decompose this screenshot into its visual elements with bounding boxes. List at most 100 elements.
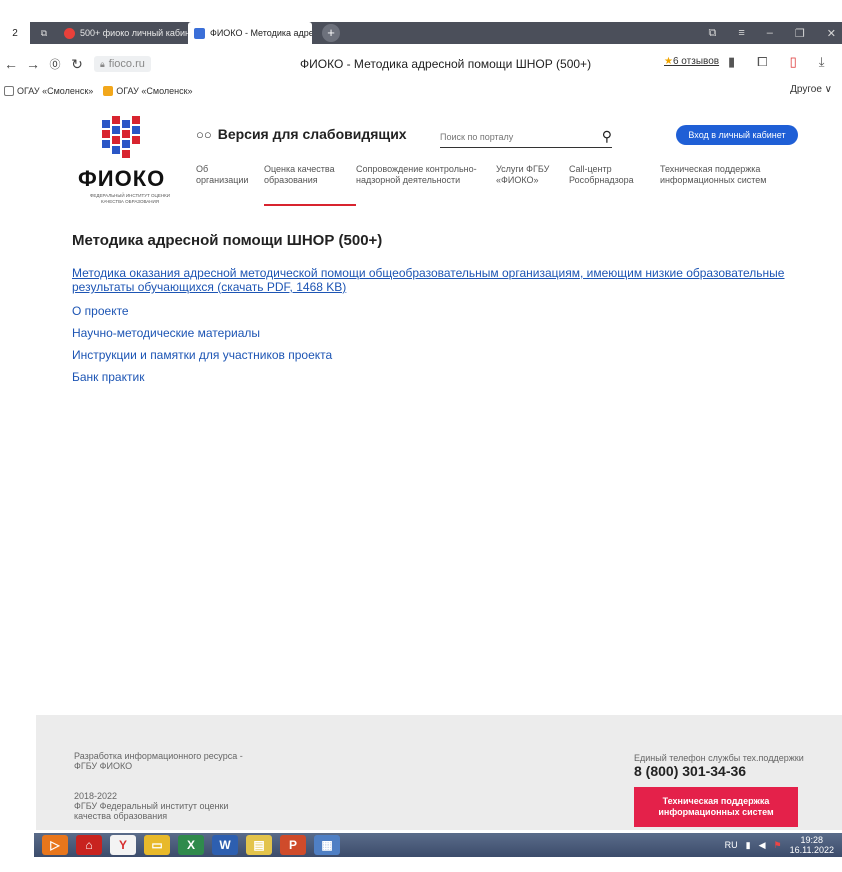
methodology-pdf-link[interactable]: Методика оказания адресной методической …: [72, 266, 792, 294]
accessibility-link[interactable]: ○○ Версия для слабовидящих: [196, 126, 407, 142]
back-arrow-icon[interactable]: ←: [0, 56, 22, 72]
nav-item-supervision-support[interactable]: Сопровождение контрольно-надзорной деяте…: [356, 164, 477, 186]
search-input[interactable]: [440, 131, 580, 142]
logo-text[interactable]: ФИОКО: [78, 166, 165, 192]
footer-text: Разработка информационного ресурса -: [74, 751, 243, 761]
nav-line: надзорной деятельности: [356, 175, 461, 185]
menu-icon[interactable]: ≡: [738, 27, 744, 39]
lock-icon: 🔒︎: [100, 58, 105, 69]
footer-developer: Разработка информационного ресурса - ФГБ…: [74, 751, 243, 771]
yandex-favicon-icon: [64, 27, 75, 39]
nav-item-tech-support[interactable]: Техническая поддержка информационных сист…: [660, 164, 766, 186]
yandex-browser-app-icon[interactable]: Y: [110, 835, 136, 855]
reload-icon[interactable]: ↻: [66, 56, 88, 73]
notes-app-icon[interactable]: ▤: [246, 835, 272, 855]
volume-icon[interactable]: ◀: [759, 840, 766, 851]
toolbar-icons: ▮ ⧠ ▯ ⤓: [728, 54, 824, 70]
new-tab-button[interactable]: +: [322, 24, 340, 42]
nav-line: Сопровождение контрольно-: [356, 164, 477, 174]
nav-line: Call-центр: [569, 164, 612, 174]
excel-app-icon[interactable]: X: [178, 835, 204, 855]
restore-icon[interactable]: ❐: [795, 27, 805, 40]
nav-item-about[interactable]: Об организации: [196, 164, 248, 186]
close-window-icon[interactable]: ✕: [827, 27, 836, 40]
bookmark-item[interactable]: ОГАУ «Смоленск»: [103, 86, 193, 96]
bookmarks-other[interactable]: Другое ∨: [790, 84, 832, 95]
pdf-icon[interactable]: ▯: [790, 54, 797, 70]
nav-item-services[interactable]: Услуги ФГБУ «ФИОКО»: [496, 164, 549, 186]
footer-text: ФГБУ Федеральный институт оценки: [74, 801, 229, 811]
window-app-icon[interactable]: ▦: [314, 835, 340, 855]
search-icon[interactable]: ⚲: [602, 128, 612, 145]
url-field[interactable]: 🔒︎ fioco.ru: [94, 56, 151, 72]
tab-fioco-cabinet[interactable]: 500+ фиоко личный кабинет: [58, 22, 188, 44]
nav-line: образования: [264, 175, 318, 185]
reviews-link[interactable]: ★6 отзывов: [664, 56, 719, 67]
nav-line: Оценка качества: [264, 164, 335, 174]
forward-arrow-icon[interactable]: →: [22, 56, 44, 72]
about-project-link[interactable]: О проекте: [72, 304, 792, 318]
support-phone[interactable]: 8 (800) 301-34-36: [634, 763, 746, 779]
site-footer: Разработка информационного ресурса - ФГБ…: [36, 715, 842, 830]
nav-line: Услуги ФГБУ: [496, 164, 550, 174]
address-bar: ← → ⓪ ↻ 🔒︎ fioco.ru ФИОКО - Методика адр…: [0, 50, 842, 78]
system-tray: RU ▮ ◀ ⚑ 19:28 16.11.2022: [725, 833, 834, 857]
clock-date: 16.11.2022: [789, 845, 834, 855]
media-app-icon[interactable]: ▷: [42, 835, 68, 855]
footer-text: 2018-2022: [74, 791, 118, 801]
tab-switch-icon[interactable]: ⧉: [709, 27, 717, 40]
nav-line: Техническая поддержка: [660, 164, 761, 174]
tab-fioco-methodology[interactable]: ФИОКО - Методика адресной ✕: [188, 22, 312, 44]
bookmarks-bar: ОГАУ «Смоленск» ОГАУ «Смоленск» Другое ∨: [0, 82, 842, 100]
footer-text: качества образования: [74, 811, 168, 821]
accessibility-label: Версия для слабовидящих: [217, 126, 407, 142]
nav-item-quality-assessment[interactable]: Оценка качества образования: [264, 164, 335, 186]
star-icon: ★: [664, 56, 673, 67]
download-icon[interactable]: ⤓: [819, 54, 825, 70]
footer-text: ФГБУ ФИОКО: [74, 761, 133, 771]
methodical-materials-link[interactable]: Научно-методические материалы: [72, 326, 792, 340]
tab-sidebar-icon[interactable]: ⧉: [30, 22, 58, 44]
reviews-label: 6 отзывов: [672, 56, 720, 67]
fioco-favicon-icon: [194, 27, 205, 39]
protect-icon[interactable]: ⓪: [44, 56, 66, 72]
network-icon[interactable]: ▮: [746, 840, 751, 851]
support-phone-label: Единый телефон службы тех.поддержки: [634, 753, 804, 763]
login-cabinet-button[interactable]: Вход в личный кабинет: [676, 125, 798, 145]
tech-support-button[interactable]: Техническая поддержка информационных сист…: [634, 787, 798, 827]
bookmark-icon[interactable]: ▮: [728, 54, 735, 70]
language-indicator[interactable]: RU: [725, 840, 738, 850]
folder-app-icon[interactable]: ▭: [144, 835, 170, 855]
bookmark-label: ОГАУ «Смоленск»: [116, 86, 193, 96]
bookmark-label: ОГАУ «Смоленск»: [17, 86, 94, 96]
nav-line: Об: [196, 164, 209, 174]
nav-line: организации: [196, 175, 249, 185]
page-icon: [4, 86, 14, 96]
tab-label: ФИОКО - Методика адресной: [210, 28, 312, 38]
yandex-icon: [103, 86, 114, 96]
tab-strip: ⧉ 500+ фиоко личный кабинет ФИОКО - Мето…: [30, 22, 842, 44]
word-app-icon[interactable]: W: [212, 835, 238, 855]
clock[interactable]: 19:28 16.11.2022: [790, 835, 834, 855]
minimize-icon[interactable]: –: [767, 27, 773, 39]
acrobat-app-icon[interactable]: ⌂: [76, 835, 102, 855]
nav-line: информационных систем: [660, 175, 767, 185]
bookmark-item[interactable]: ОГАУ «Смоленск»: [4, 86, 93, 96]
button-line: информационных систем: [658, 807, 774, 817]
address-page-title: ФИОКО - Методика адресной помощи ШНОР (5…: [300, 57, 592, 71]
flag-icon[interactable]: ⚑: [774, 840, 782, 851]
page-title: Методика адресной помощи ШНОР (500+): [72, 232, 383, 249]
fioco-logo-icon[interactable]: [100, 116, 144, 160]
tab-label: 500+ фиоко личный кабинет: [80, 28, 188, 38]
extensions-icon[interactable]: ⧠: [757, 54, 767, 70]
instructions-link[interactable]: Инструкции и памятки для участников прое…: [72, 348, 792, 362]
url-domain: fioco.ru: [108, 58, 145, 70]
nav-line: Рособрнадзора: [569, 175, 634, 185]
logo-subtitle: ФЕДЕРАЛЬНЫЙ ИНСТИТУТ ОЦЕНКИ КАЧЕСТВА ОБР…: [89, 193, 170, 204]
nav-line: «ФИОКО»: [496, 175, 539, 185]
powerpoint-app-icon[interactable]: P: [280, 835, 306, 855]
nav-item-call-center[interactable]: Call-центр Рособрнадзора: [569, 164, 634, 186]
practice-bank-link[interactable]: Банк практик: [72, 370, 792, 384]
window-controls: ⧉ ≡ – ❐ ✕: [709, 22, 842, 44]
nav-active-indicator: [264, 204, 356, 206]
